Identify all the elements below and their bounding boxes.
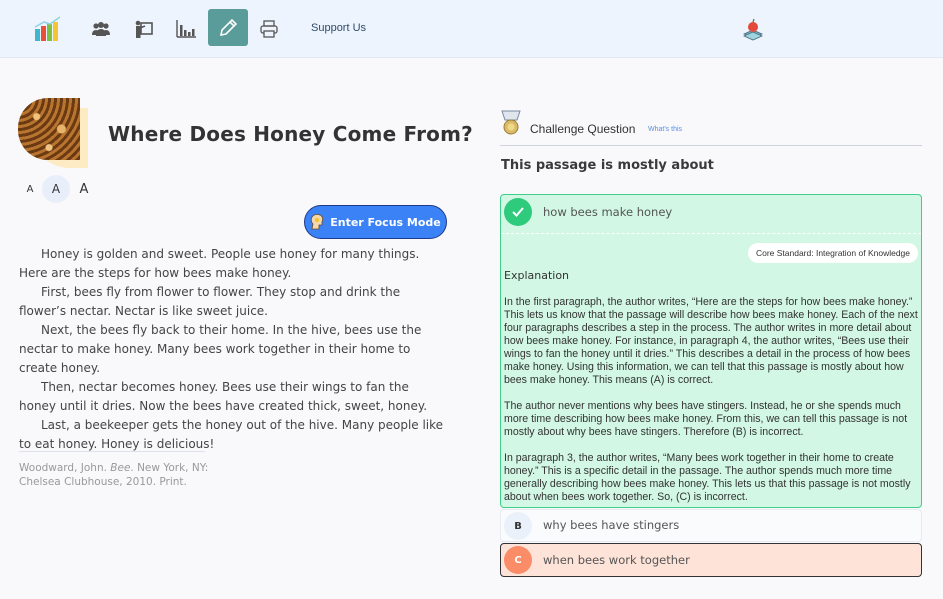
printer-icon	[260, 20, 278, 38]
students-icon	[92, 22, 110, 36]
answer-divider	[501, 233, 921, 234]
enter-focus-mode-button[interactable]: Enter Focus Mode	[304, 205, 447, 239]
explanation-body: In the first paragraph, the author write…	[504, 296, 922, 517]
bar-chart-icon	[176, 20, 196, 38]
passage-paragraph: Honey is golden and sweet. People use ho…	[19, 247, 420, 280]
passage-paragraph: First, bees fly from flower to flower. T…	[19, 285, 401, 318]
font-size-medium[interactable]: A	[42, 175, 70, 203]
passage-image	[18, 98, 90, 168]
answer-letter-badge: C	[504, 546, 532, 574]
core-standard-badge: Core Standard: Integration of Knowledge	[747, 243, 918, 263]
font-size-small[interactable]: A	[18, 175, 42, 203]
nav-students[interactable]	[82, 11, 120, 47]
teacher-board-icon	[135, 20, 153, 38]
pencil-icon	[219, 18, 238, 36]
answer-letter-badge: B	[504, 512, 532, 540]
answer-option-a-correct[interactable]: how bees make honey Core Standard: Integ…	[500, 194, 922, 508]
explanation-paragraph: The author never mentions why bees have …	[504, 400, 908, 438]
progress-chart-icon	[34, 16, 61, 41]
support-us-link[interactable]: Support Us	[311, 22, 366, 34]
citation-divider	[19, 451, 205, 452]
passage-title: Where Does Honey Come From?	[108, 122, 473, 146]
top-nav-bar: Support Us	[0, 0, 943, 58]
nav-practice[interactable]	[208, 9, 248, 46]
answer-text: why bees have stingers	[543, 518, 680, 532]
nav-print[interactable]	[250, 11, 288, 47]
focus-mode-label: Enter Focus Mode	[330, 215, 441, 229]
explanation-paragraph: In the first paragraph, the author write…	[504, 296, 918, 386]
answer-text: when bees work together	[543, 553, 690, 567]
answer-text: how bees make honey	[543, 205, 673, 219]
answer-option-c-selected[interactable]: C when bees work together	[500, 543, 922, 577]
correct-badge	[504, 198, 532, 226]
whats-this-link[interactable]: What's this	[648, 126, 682, 133]
apple-books-icon	[743, 18, 763, 41]
nav-teach[interactable]	[125, 11, 163, 47]
medal-icon	[501, 110, 521, 135]
head-lightbulb-icon	[311, 214, 324, 230]
challenge-divider	[500, 145, 922, 146]
question-text: This passage is mostly about	[501, 158, 714, 173]
explanation-label: Explanation	[504, 269, 570, 282]
nav-progress[interactable]	[28, 11, 66, 47]
nav-reports[interactable]	[167, 11, 205, 47]
explanation-paragraph: In paragraph 3, the author writes, “Many…	[504, 452, 911, 503]
challenge-question-label: Challenge Question	[530, 122, 636, 136]
citation-author: Woodward, John.	[19, 462, 111, 474]
passage-body: Honey is golden and sweet. People use ho…	[19, 245, 444, 454]
passage-paragraph: Last, a beekeeper gets the honey out of …	[19, 418, 444, 451]
honeycomb-image	[18, 98, 80, 160]
passage-paragraph: Next, the bees fly back to their home. I…	[19, 323, 422, 375]
font-size-selector: A A A	[18, 174, 98, 204]
passage-paragraph: Then, nectar becomes honey. Bees use the…	[19, 380, 428, 413]
teacher-menu[interactable]	[734, 11, 772, 47]
citation-work: Bee	[110, 462, 131, 474]
answer-option-b[interactable]: B why bees have stingers	[500, 509, 922, 542]
font-size-large[interactable]: A	[70, 175, 98, 203]
checkmark-icon	[512, 207, 524, 217]
citation: Woodward, John. Bee. New York, NY: Chels…	[19, 461, 219, 489]
